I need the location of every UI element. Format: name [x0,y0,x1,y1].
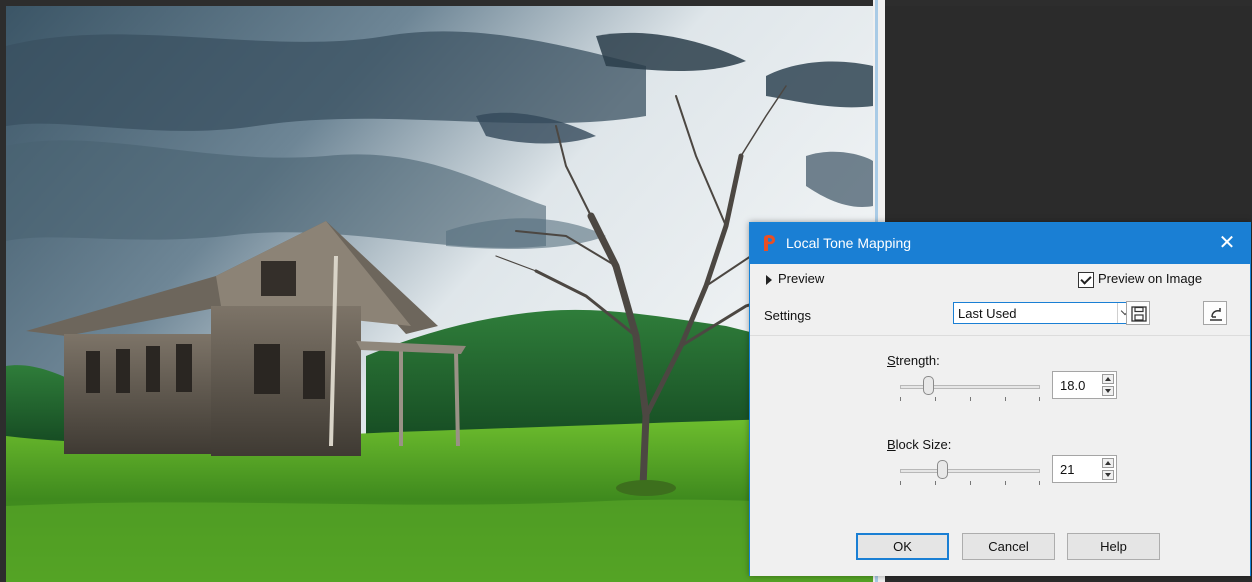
reset-button[interactable] [1203,301,1227,325]
strength-value[interactable]: 18.0 [1060,378,1085,393]
checkbox-icon [1078,271,1094,288]
cancel-button[interactable]: Cancel [962,533,1055,560]
spin-down-icon[interactable] [1102,470,1114,480]
dialog-title: Local Tone Mapping [786,235,912,251]
local-tone-mapping-dialog: Local Tone Mapping ✕ Preview Preview on … [749,222,1251,576]
strength-label: Strength: [887,353,940,368]
dialog-titlebar[interactable]: Local Tone Mapping ✕ [750,223,1250,264]
block-size-value[interactable]: 21 [1060,462,1074,477]
spin-up-icon[interactable] [1102,374,1114,384]
strength-spinbox[interactable]: 18.0 [1052,371,1117,399]
block-size-slider-thumb[interactable] [937,460,948,479]
hdr-photo [6,6,873,582]
preview-on-image-checkbox[interactable]: Preview on Image [1078,271,1202,288]
save-preset-icon [1131,306,1147,322]
ok-button[interactable]: OK [856,533,949,560]
reset-icon [1210,308,1222,321]
help-button[interactable]: Help [1067,533,1160,560]
strength-slider-thumb[interactable] [923,376,934,395]
triangle-right-icon [766,274,772,285]
block-size-label: Block Size: [887,437,952,452]
spin-up-icon[interactable] [1102,458,1114,468]
close-icon[interactable]: ✕ [1204,223,1250,264]
settings-label: Settings [764,308,811,323]
save-preset-button[interactable] [1126,301,1150,325]
preview-toggle[interactable]: Preview [766,271,824,286]
strength-slider[interactable] [900,376,1040,401]
preset-value: Last Used [958,306,1017,321]
settings-panel: Strength: 18.0 Block Size: 21 OK Cancel … [750,335,1250,576]
block-size-spinbox[interactable]: 21 [1052,455,1117,483]
preset-select[interactable]: Last Used [953,302,1135,324]
image-canvas[interactable] [6,6,873,582]
block-size-slider[interactable] [900,460,1040,485]
settings-row: Settings Last Used [750,299,1250,329]
preview-label: Preview [778,271,825,286]
preview-row: Preview Preview on Image [750,267,1250,293]
app-logo-icon [761,235,777,252]
spin-down-icon[interactable] [1102,386,1114,396]
preview-on-image-label: Preview on Image [1098,271,1203,286]
